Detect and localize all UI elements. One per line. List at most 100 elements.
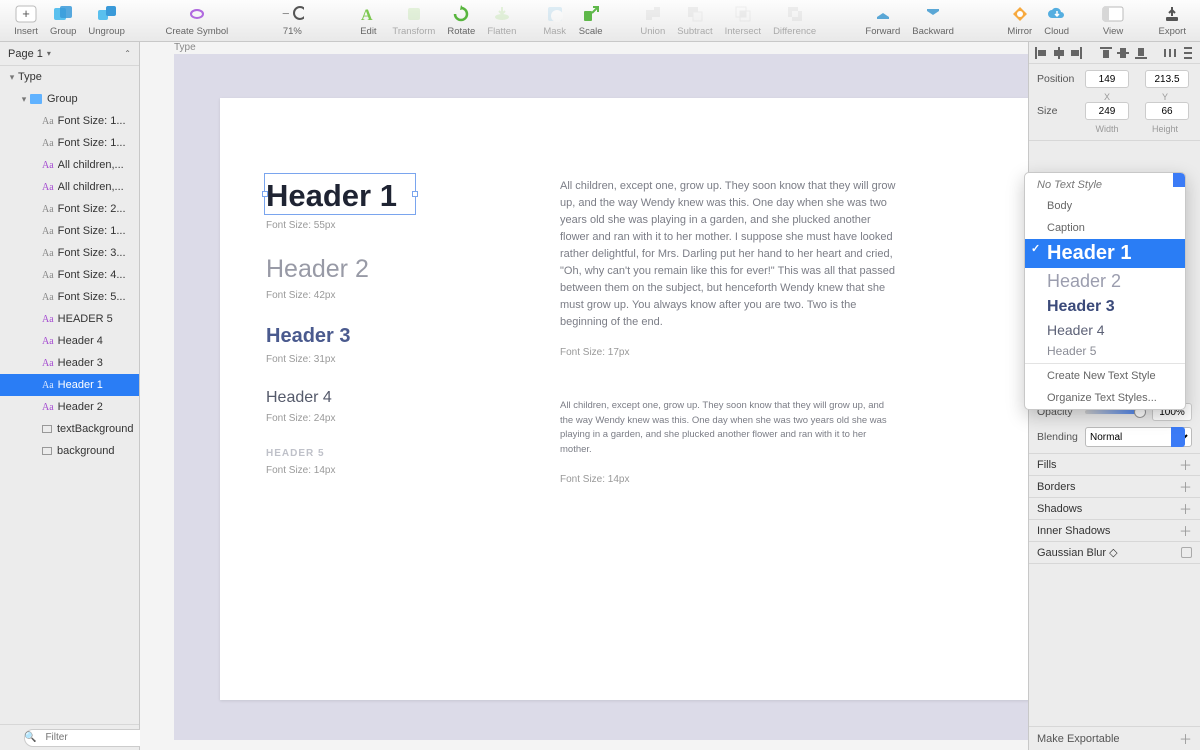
layer-row[interactable]: AaFont Size: 1... xyxy=(0,110,139,132)
body-column: All children, except one, grow up. They … xyxy=(560,178,898,487)
layer-row[interactable]: AaFont Size: 1... xyxy=(0,220,139,242)
toolbar-subtract[interactable]: Subtract xyxy=(671,4,718,37)
page-selector[interactable]: Page 1 ▾ ⌃ xyxy=(0,42,139,66)
section-borders[interactable]: Borders ＋ xyxy=(1029,476,1200,498)
layer-row[interactable]: ▾Group xyxy=(0,88,139,110)
popup-item[interactable]: Header 1 xyxy=(1025,239,1185,268)
align-left-icon[interactable] xyxy=(1035,47,1047,59)
header-block[interactable]: HEADER 5 Font Size: 14px xyxy=(266,448,516,476)
popup-organize-styles[interactable]: Organize Text Styles... xyxy=(1025,387,1185,409)
toolbar-mask[interactable]: Mask xyxy=(537,4,573,37)
popup-item[interactable]: Header 3 xyxy=(1025,295,1185,319)
layer-row[interactable]: AaHeader 4 xyxy=(0,330,139,352)
toolbar-export[interactable]: Export xyxy=(1153,4,1192,37)
toolbar-forward[interactable]: Forward xyxy=(859,4,906,37)
align-v-center-icon[interactable] xyxy=(1117,47,1129,59)
size-w-input[interactable] xyxy=(1085,102,1129,120)
layer-row[interactable]: AaHeader 1 xyxy=(0,374,139,396)
layers-panel: Page 1 ▾ ⌃ ▾Type▾GroupAaFont Size: 1...A… xyxy=(0,42,140,750)
popup-item[interactable]: Header 5 xyxy=(1025,341,1185,361)
body-paragraph-2[interactable]: All children, except one, grow up. They … xyxy=(560,399,898,458)
layer-row[interactable]: AaFont Size: 5... xyxy=(0,286,139,308)
header-block[interactable]: Header 2 Font Size: 42px xyxy=(266,255,516,301)
chevron-up-icon[interactable]: ⌃ xyxy=(124,49,131,58)
section-fills[interactable]: Fills ＋ xyxy=(1029,454,1200,476)
toolbar-cloud[interactable]: Cloud xyxy=(1038,4,1075,37)
body-2-size[interactable]: Font Size: 14px xyxy=(560,472,898,488)
canvas[interactable]: Type Header 1 Font Size: 55px Header 2 F… xyxy=(140,42,1028,750)
toolbar-create-symbol[interactable]: Create Symbol xyxy=(159,4,234,37)
blending-label: Blending xyxy=(1037,431,1079,443)
toolbar-flatten[interactable]: Flatten xyxy=(481,4,522,37)
plus-icon[interactable]: ＋ xyxy=(1179,455,1192,474)
chevron-down-icon: ▾ xyxy=(47,49,51,58)
popup-no-style[interactable]: No Text Style xyxy=(1025,173,1185,195)
toolbar-71-[interactable]: −+ 71% xyxy=(274,4,310,37)
checkbox-icon[interactable] xyxy=(1181,547,1192,558)
toolbar: + Insert Group Ungroup Create Symbol −+ … xyxy=(0,0,1200,42)
toolbar-difference[interactable]: Difference xyxy=(767,4,822,37)
geometry-section: Position XY Size WidthHeight xyxy=(1029,64,1200,141)
layer-row[interactable]: AaAll children,... xyxy=(0,176,139,198)
plus-icon[interactable]: ＋ xyxy=(1179,521,1192,540)
layer-row[interactable]: background xyxy=(0,440,139,462)
opacity-slider[interactable] xyxy=(1085,410,1146,414)
distribute-v-icon[interactable] xyxy=(1182,47,1194,59)
size-h-input[interactable] xyxy=(1145,102,1189,120)
align-h-center-icon[interactable] xyxy=(1053,47,1065,59)
popup-item[interactable]: Header 2 xyxy=(1025,268,1185,295)
toolbar-union[interactable]: Union xyxy=(634,4,671,37)
position-x-input[interactable] xyxy=(1085,70,1129,88)
layer-row[interactable]: AaHeader 3 xyxy=(0,352,139,374)
position-label: Position xyxy=(1037,73,1079,85)
toolbar-edit[interactable]: A Edit xyxy=(350,4,386,37)
layer-tree: ▾Type▾GroupAaFont Size: 1...AaFont Size:… xyxy=(0,66,139,724)
layer-row[interactable]: AaFont Size: 4... xyxy=(0,264,139,286)
page-selector-label: Page 1 xyxy=(8,48,43,60)
toolbar-insert[interactable]: + Insert xyxy=(8,4,44,37)
header-block[interactable]: Header 1 Font Size: 55px xyxy=(266,178,516,231)
toolbar-ungroup[interactable]: Ungroup xyxy=(82,4,130,37)
layer-row[interactable]: ▾Type xyxy=(0,66,139,88)
layer-row[interactable]: AaFont Size: 1... xyxy=(0,132,139,154)
svg-text:A: A xyxy=(361,7,373,23)
layer-row[interactable]: AaHeader 2 xyxy=(0,396,139,418)
blending-select[interactable]: Normal xyxy=(1085,427,1192,447)
make-exportable[interactable]: Make Exportable ＋ xyxy=(1029,726,1200,750)
layer-row[interactable]: AaAll children,... xyxy=(0,154,139,176)
toolbar-mirror[interactable]: Mirror xyxy=(1001,4,1038,37)
header-block[interactable]: Header 4 Font Size: 24px xyxy=(266,389,516,424)
plus-icon[interactable]: ＋ xyxy=(1179,477,1192,496)
body-1-size[interactable]: Font Size: 17px xyxy=(560,345,898,361)
align-top-icon[interactable] xyxy=(1100,47,1112,59)
toolbar-transform[interactable]: Transform xyxy=(386,4,441,37)
align-bottom-icon[interactable] xyxy=(1135,47,1147,59)
text-style-popup: No Text StyleBodyCaptionHeader 1Header 2… xyxy=(1024,172,1186,410)
toolbar-backward[interactable]: Backward xyxy=(906,4,960,37)
toolbar-rotate[interactable]: Rotate xyxy=(441,4,481,37)
artboard-label[interactable]: Type xyxy=(174,42,196,53)
align-right-icon[interactable] xyxy=(1070,47,1082,59)
layer-row[interactable]: AaFont Size: 2... xyxy=(0,198,139,220)
popup-create-style[interactable]: Create New Text Style xyxy=(1025,363,1185,387)
section-shadows[interactable]: Shadows ＋ xyxy=(1029,498,1200,520)
plus-icon[interactable]: ＋ xyxy=(1179,729,1192,748)
layer-row[interactable]: AaHEADER 5 xyxy=(0,308,139,330)
popup-item[interactable]: Caption xyxy=(1025,217,1185,239)
header-block[interactable]: Header 3 Font Size: 31px xyxy=(266,325,516,365)
layer-row[interactable]: textBackground xyxy=(0,418,139,440)
layer-row[interactable]: AaFont Size: 3... xyxy=(0,242,139,264)
body-paragraph-1[interactable]: All children, except one, grow up. They … xyxy=(560,178,898,331)
popup-item[interactable]: Header 4 xyxy=(1025,319,1185,341)
section-inner-shadows[interactable]: Inner Shadows ＋ xyxy=(1029,520,1200,542)
distribute-h-icon[interactable] xyxy=(1164,47,1176,59)
make-exportable-label: Make Exportable xyxy=(1037,733,1120,745)
plus-icon[interactable]: ＋ xyxy=(1179,499,1192,518)
toolbar-scale[interactable]: Scale xyxy=(573,4,609,37)
position-y-input[interactable] xyxy=(1145,70,1189,88)
section-gaussian-blur-[interactable]: Gaussian Blur ◇ xyxy=(1029,542,1200,564)
toolbar-group[interactable]: Group xyxy=(44,4,82,37)
toolbar-view[interactable]: View xyxy=(1095,4,1131,37)
toolbar-intersect[interactable]: Intersect xyxy=(719,4,767,37)
popup-item[interactable]: Body xyxy=(1025,195,1185,217)
